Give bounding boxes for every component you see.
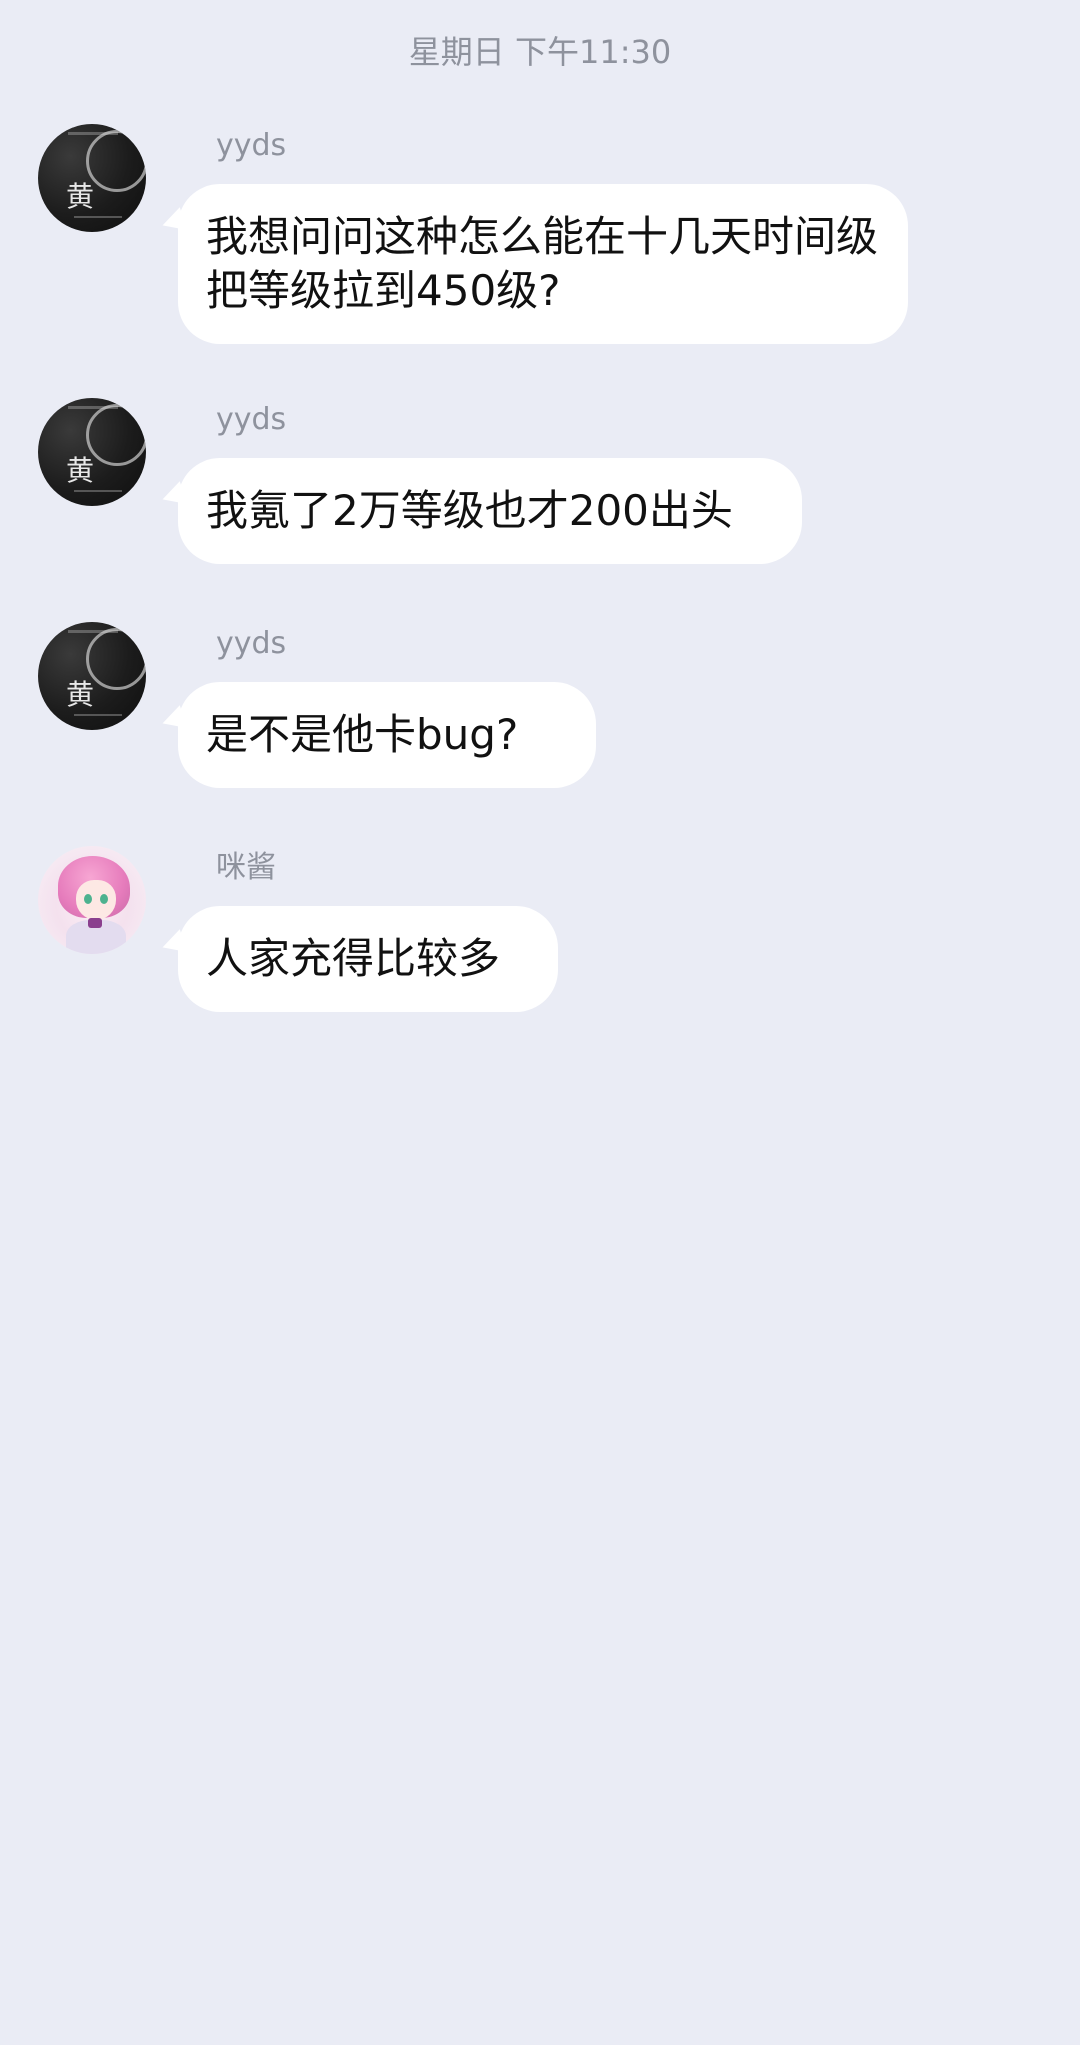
avatar-ring bbox=[86, 130, 146, 192]
avatar-decoration bbox=[74, 490, 122, 492]
message-bubble[interactable]: 是不是他卡bug? bbox=[178, 682, 596, 788]
message-bubble[interactable]: 人家充得比较多 bbox=[178, 906, 558, 1012]
sender-name: 咪酱 bbox=[216, 850, 276, 885]
message-text: 我想问问这种怎么能在十几天时间级把等级拉到450级? bbox=[206, 212, 879, 315]
avatar-decoration bbox=[74, 714, 122, 716]
sender-name: yyds bbox=[216, 626, 287, 661]
avatar-glyph: 黄 bbox=[66, 454, 95, 487]
message-text: 是不是他卡bug? bbox=[206, 710, 519, 759]
sender-avatar[interactable]: 黄 bbox=[38, 124, 146, 232]
sender-avatar[interactable]: 黄 bbox=[38, 398, 146, 506]
avatar-glyph: 黄 bbox=[66, 180, 95, 213]
avatar-bow bbox=[88, 918, 102, 928]
sender-name: yyds bbox=[216, 128, 287, 163]
chat-timestamp: 星期日 下午11:30 bbox=[408, 33, 672, 71]
avatar-eye bbox=[84, 894, 92, 904]
sender-avatar[interactable]: 黄 bbox=[38, 622, 146, 730]
avatar-glyph: 黄 bbox=[66, 678, 95, 711]
message-bubble[interactable]: 我氪了2万等级也才200出头 bbox=[178, 458, 802, 564]
avatar-eye bbox=[100, 894, 108, 904]
sender-avatar[interactable] bbox=[38, 846, 146, 954]
message-text: 人家充得比较多 bbox=[206, 934, 501, 983]
avatar-decoration bbox=[74, 216, 122, 218]
message-bubble[interactable]: 我想问问这种怎么能在十几天时间级把等级拉到450级? bbox=[178, 184, 908, 344]
sender-name: yyds bbox=[216, 402, 287, 437]
avatar-ring bbox=[86, 404, 146, 466]
avatar-ring bbox=[86, 628, 146, 690]
message-text: 我氪了2万等级也才200出头 bbox=[206, 486, 733, 535]
avatar-face bbox=[76, 880, 116, 920]
